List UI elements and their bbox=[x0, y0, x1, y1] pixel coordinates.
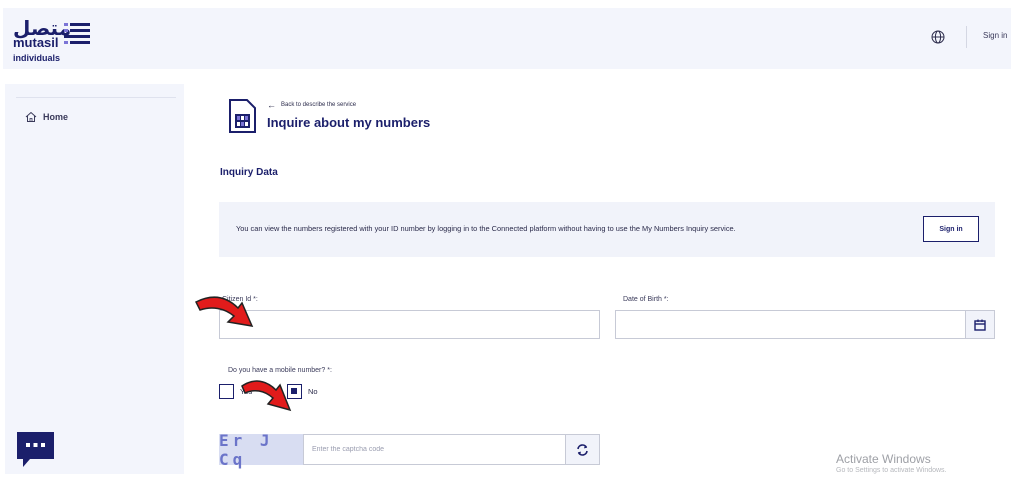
calendar-button[interactable] bbox=[966, 310, 995, 339]
chat-icon[interactable] bbox=[16, 431, 55, 468]
sidebar: Home bbox=[5, 84, 184, 474]
top-header: متصل mutasil individuals Sign in bbox=[3, 8, 1011, 69]
header-divider bbox=[966, 26, 967, 48]
captcha-field[interactable] bbox=[303, 434, 566, 465]
option-no-label: No bbox=[308, 387, 318, 396]
info-banner: You can view the numbers registered with… bbox=[219, 202, 995, 257]
citizen-id-input[interactable] bbox=[220, 311, 599, 338]
back-link-label: Back to describe the service bbox=[281, 102, 357, 108]
captcha-image: Er J Cq bbox=[219, 431, 303, 469]
section-title: Inquiry Data bbox=[220, 167, 278, 178]
activate-windows-title: Activate Windows bbox=[836, 452, 931, 466]
logo-subtitle: individuals bbox=[13, 53, 61, 63]
captcha-input[interactable] bbox=[304, 435, 565, 464]
globe-icon[interactable] bbox=[931, 30, 945, 44]
citizen-id-field[interactable] bbox=[219, 310, 600, 339]
sim-card-icon bbox=[229, 99, 256, 133]
header-sign-in-button[interactable]: Sign in bbox=[983, 31, 1007, 40]
activate-windows-subtitle: Go to Settings to activate Windows. bbox=[836, 467, 947, 474]
dob-input[interactable] bbox=[616, 311, 965, 338]
logo-wordmark: mutasil bbox=[13, 35, 59, 50]
home-icon bbox=[25, 111, 37, 122]
refresh-icon bbox=[577, 443, 588, 456]
page: متصل mutasil individuals Sign in Home ← … bbox=[0, 0, 1014, 491]
dob-label: Date of Birth *: bbox=[623, 296, 669, 303]
logo-mark-icon bbox=[64, 23, 90, 45]
calendar-icon bbox=[974, 319, 986, 331]
annotation-arrow-icon bbox=[241, 380, 292, 412]
mobile-question-label: Do you have a mobile number? *: bbox=[228, 367, 332, 374]
annotation-arrow-icon bbox=[194, 296, 254, 327]
sidebar-item-label: Home bbox=[43, 112, 69, 122]
sidebar-divider bbox=[16, 97, 176, 98]
back-link[interactable]: ← Back to describe the service bbox=[267, 100, 356, 110]
arrow-left-icon: ← bbox=[267, 100, 276, 110]
yes-checkbox[interactable] bbox=[219, 384, 234, 399]
banner-sign-in-button[interactable]: Sign in bbox=[923, 216, 979, 242]
info-banner-text: You can view the numbers registered with… bbox=[236, 224, 736, 233]
dob-field[interactable] bbox=[615, 310, 966, 339]
captcha-refresh-button[interactable] bbox=[566, 434, 600, 465]
sidebar-item-home[interactable]: Home bbox=[25, 110, 68, 124]
mutasil-logo[interactable]: متصل mutasil individuals bbox=[11, 16, 101, 64]
page-title: Inquire about my numbers bbox=[267, 115, 431, 130]
